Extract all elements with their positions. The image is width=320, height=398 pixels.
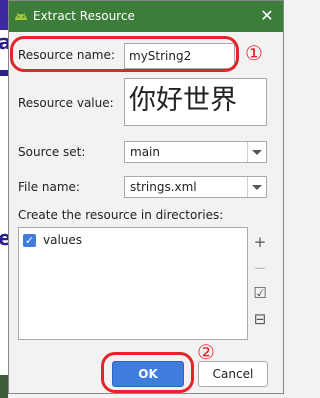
annotation-marker-1: ① xyxy=(245,41,263,65)
chevron-down-icon[interactable] xyxy=(247,177,266,197)
extract-resource-dialog: Extract Resource ✕ Resource name: myStri… xyxy=(8,0,284,394)
source-set-value: main xyxy=(130,145,160,159)
close-icon[interactable]: ✕ xyxy=(257,6,277,26)
plus-icon[interactable]: + xyxy=(252,234,268,250)
background-block xyxy=(0,375,8,398)
dialog-title: Extract Resource xyxy=(33,9,135,23)
directories-label: Create the resource in directories: xyxy=(18,208,224,222)
select-all-icon[interactable]: ☑ xyxy=(252,285,268,301)
android-icon xyxy=(15,12,27,20)
minus-icon[interactable]: − xyxy=(252,260,268,276)
background-block xyxy=(0,70,8,76)
checkbox-checked-icon[interactable]: ✓ xyxy=(23,234,36,247)
chevron-down-icon[interactable] xyxy=(247,142,266,162)
background-block xyxy=(0,0,8,30)
source-set-label: Source set: xyxy=(18,145,86,159)
file-name-label: File name: xyxy=(18,180,80,194)
deselect-all-icon[interactable]: ⊟ xyxy=(252,311,268,327)
cancel-button[interactable]: Cancel xyxy=(198,361,268,387)
ok-button[interactable]: OK xyxy=(112,361,184,387)
directories-list: ✓ values xyxy=(18,227,248,340)
background-strip: a e xyxy=(0,0,12,398)
file-name-dropdown[interactable]: strings.xml xyxy=(124,176,267,198)
resource-value-label: Resource value: xyxy=(18,96,114,110)
resource-value-input[interactable]: 你好世界 xyxy=(124,78,267,126)
file-name-value: strings.xml xyxy=(130,180,197,194)
annotation-highlight-1 xyxy=(10,36,239,72)
title-bar: Extract Resource ✕ xyxy=(9,1,283,32)
directory-name: values xyxy=(43,233,83,247)
source-set-dropdown[interactable]: main xyxy=(124,141,267,163)
